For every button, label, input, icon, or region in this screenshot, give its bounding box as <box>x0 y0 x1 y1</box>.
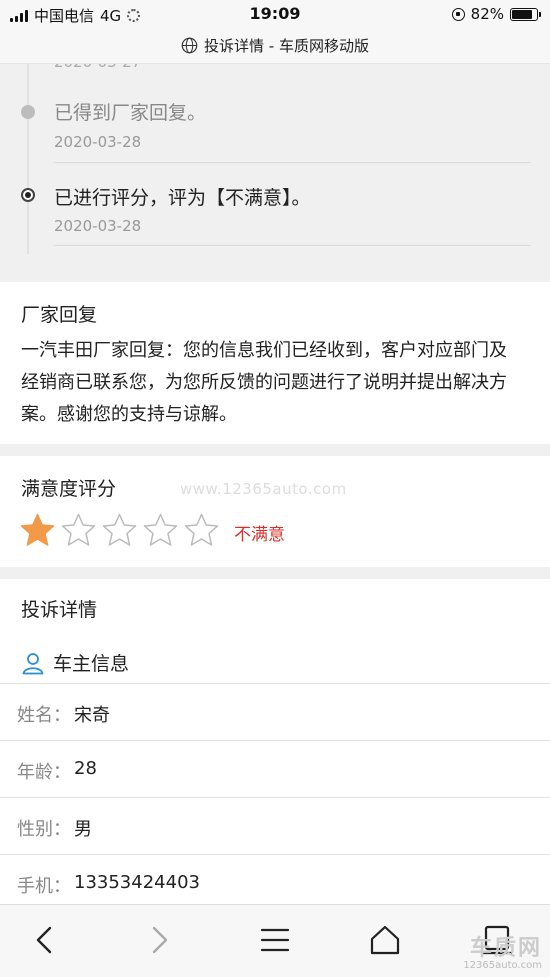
info-row-name: 姓名： 宋奇 <box>0 683 550 740</box>
timeline-item-text: 已得到厂家回复。 <box>54 102 207 124</box>
manufacturer-reply-section: 厂家回复 一汽丰田厂家回复：您的信息我们已经收到，客户对应部门及 经销商已联系您… <box>0 282 550 444</box>
timeline-line <box>27 64 29 254</box>
rating-label: 不满意 <box>234 525 285 545</box>
rotation-lock-icon <box>451 7 465 21</box>
home-icon[interactable] <box>368 923 402 957</box>
star-filled-icon <box>20 513 55 546</box>
info-value: 28 <box>74 758 97 779</box>
star-empty-icon <box>102 513 137 546</box>
globe-icon <box>181 37 198 54</box>
reply-title: 厂家回复 <box>21 304 98 326</box>
timeline-item-text: 已进行评分，评为【不满意】。 <box>54 187 311 209</box>
timeline-divider <box>54 245 531 246</box>
info-value: 宋奇 <box>74 705 110 726</box>
status-bar: 中国电信 4G 19:09 82% <box>0 0 550 28</box>
brand-url: 12365auto.com <box>463 960 542 971</box>
brand-logo: 车质网 12365auto.com <box>463 930 542 971</box>
battery-percent: 82% <box>470 5 504 23</box>
info-label: 性别： <box>17 819 71 840</box>
info-row-phone: 手机： 13353424403 <box>0 854 550 911</box>
star-empty-icon <box>184 513 219 546</box>
owner-heading-label: 车主信息 <box>53 653 130 675</box>
brand-name: 车质网 <box>469 936 542 961</box>
satisfaction-title: 满意度评分 <box>21 478 117 500</box>
address-bar[interactable]: 投诉详情 - 车质网移动版 <box>0 28 550 64</box>
timeline-partial-date: 2020-03-27 <box>54 64 141 71</box>
battery-icon <box>510 7 541 21</box>
info-row-age: 年龄： 28 <box>0 740 550 797</box>
owner-info-heading: 车主信息 <box>21 649 129 676</box>
reply-line: 经销商已联系您，为您所反馈的问题进行了说明并提出解决方 <box>21 372 507 393</box>
complaint-timeline: 2020-03-27 已得到厂家回复。 2020-03-28 已进行评分，评为【… <box>0 64 550 282</box>
reply-body: 一汽丰田厂家回复：您的信息我们已经收到，客户对应部门及 经销商已联系您，为您所反… <box>21 335 530 431</box>
page-title: 投诉详情 - 车质网移动版 <box>204 37 369 55</box>
reply-line: 一汽丰田厂家回复：您的信息我们已经收到，客户对应部门及 <box>21 340 507 361</box>
details-title: 投诉详情 <box>21 599 98 621</box>
star-empty-icon <box>61 513 96 546</box>
star-rating <box>19 512 220 549</box>
reply-line: 案。感谢您的支持与谅解。 <box>21 404 237 425</box>
timeline-item-date: 2020-03-28 <box>54 133 142 151</box>
forward-icon[interactable] <box>142 923 176 957</box>
info-value: 13353424403 <box>74 872 200 893</box>
star-empty-icon <box>143 513 178 546</box>
satisfaction-section: 满意度评分 www.12365auto.com 不满意 <box>0 456 550 567</box>
timeline-active-dot-icon <box>21 188 35 202</box>
user-icon <box>22 652 44 674</box>
info-label: 姓名： <box>17 705 71 726</box>
timeline-item-date: 2020-03-28 <box>54 217 142 235</box>
info-value: 男 <box>74 819 92 840</box>
info-row-gender: 性别： 男 <box>0 797 550 854</box>
browser-bottom-bar: 车质网 12365auto.com <box>0 904 550 977</box>
section-gap <box>0 567 550 579</box>
info-label: 年龄： <box>17 762 71 783</box>
back-icon[interactable] <box>28 923 62 957</box>
menu-icon[interactable] <box>258 923 292 957</box>
site-watermark: www.12365auto.com <box>180 480 347 498</box>
timeline-dot-icon <box>21 105 35 119</box>
status-right: 82% <box>451 5 541 23</box>
complaint-details-section: 投诉详情 车主信息 姓名： 宋奇 年龄： 28 性别： 男 手机： 133534… <box>0 579 550 904</box>
timeline-divider <box>54 162 531 163</box>
section-gap <box>0 444 550 456</box>
info-label: 手机： <box>17 876 71 897</box>
